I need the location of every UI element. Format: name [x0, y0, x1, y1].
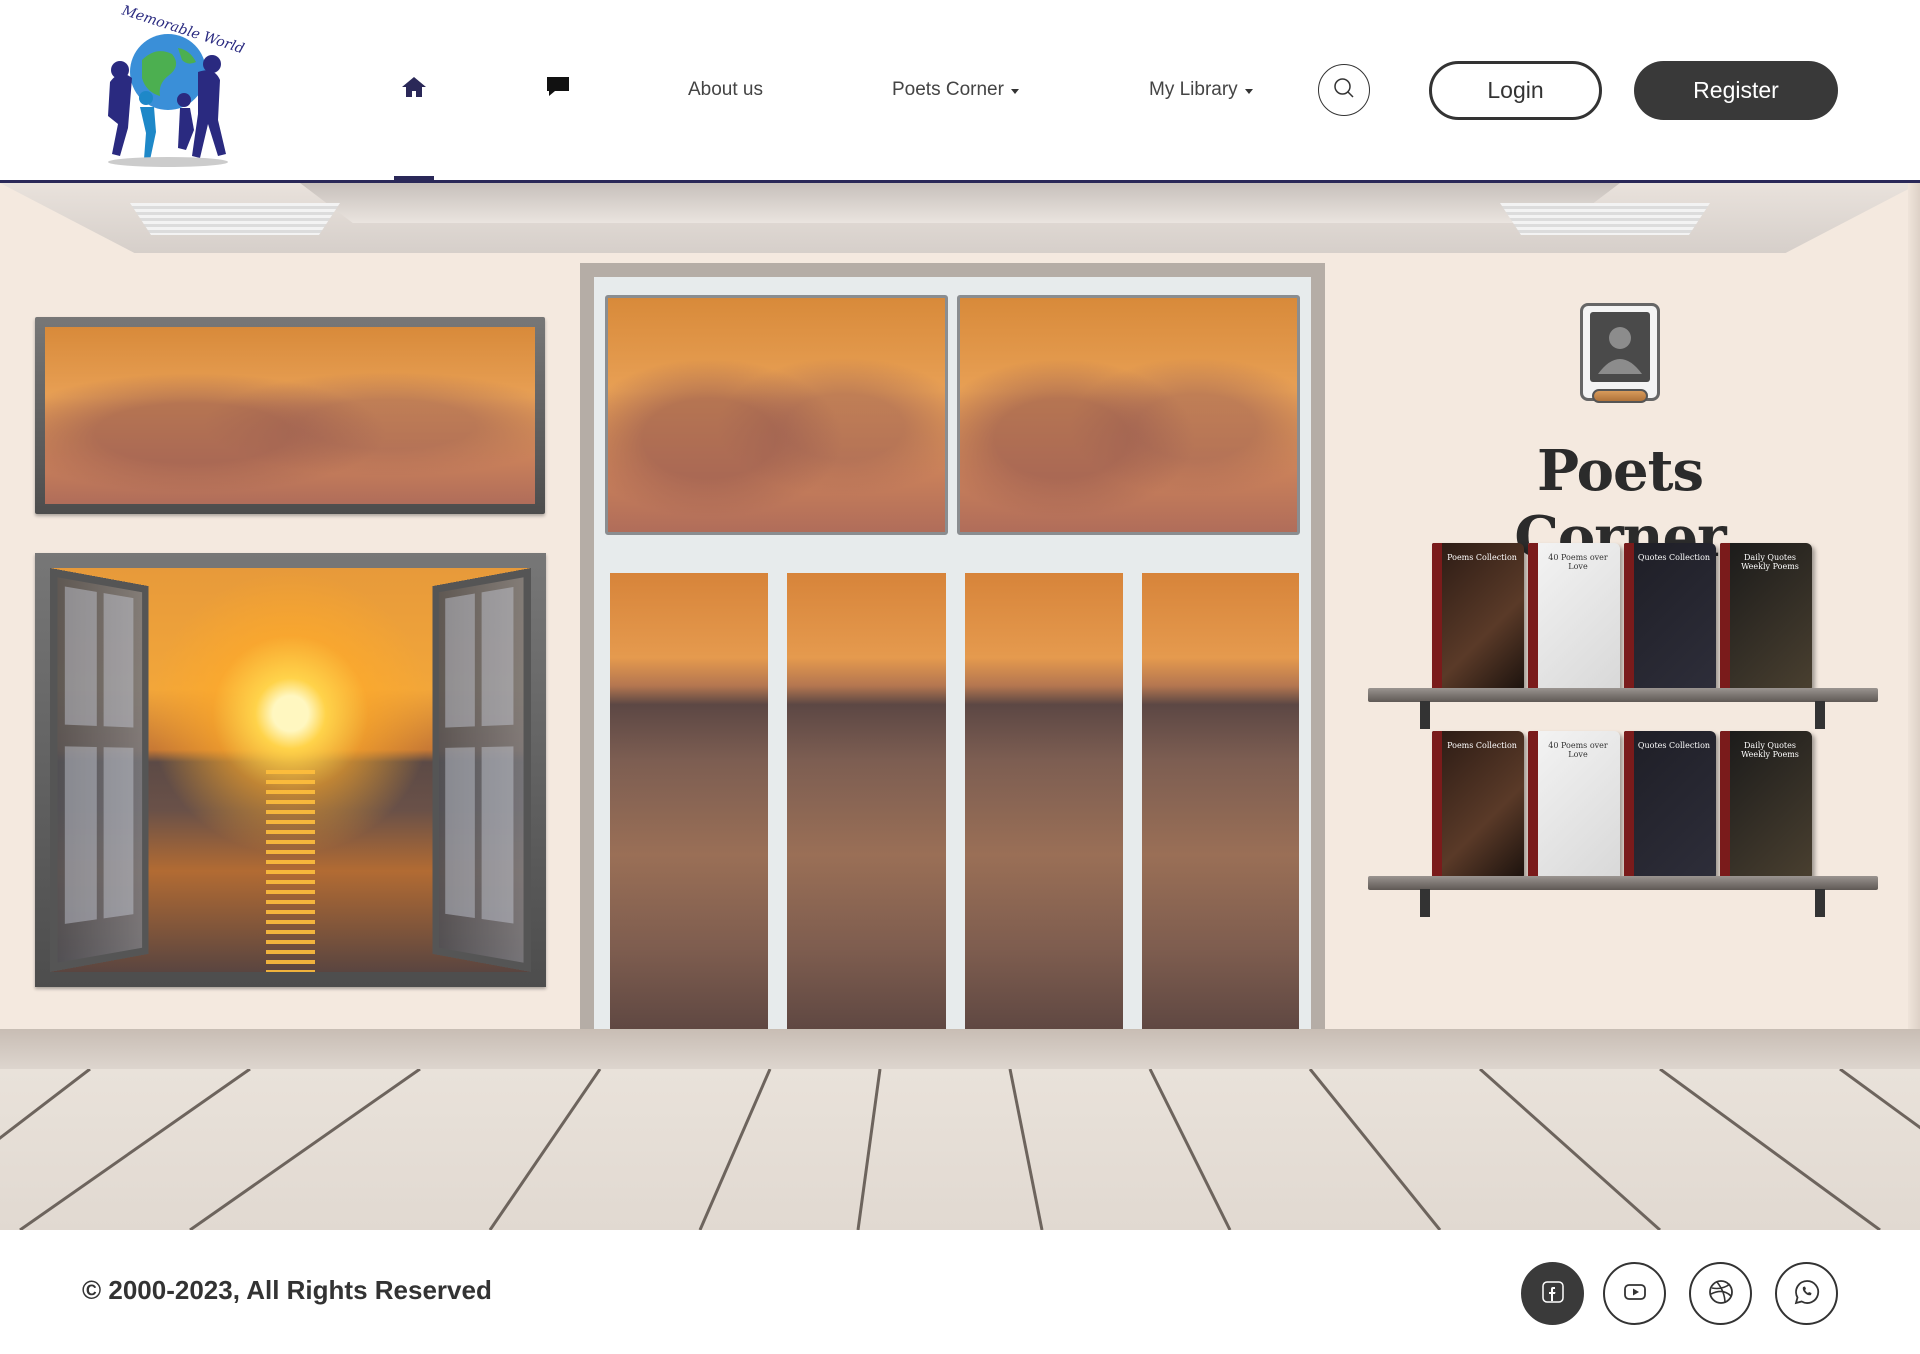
center-window-frame — [594, 277, 1311, 1065]
book-spine — [1624, 543, 1634, 693]
center-window[interactable] — [580, 263, 1325, 1079]
home-icon — [400, 75, 428, 105]
lower-pane-4 — [1142, 573, 1299, 1043]
upper-pane-left — [605, 295, 948, 535]
caret-down-icon — [1010, 88, 1019, 94]
whatsapp-icon — [1793, 1278, 1821, 1310]
poet-portrait[interactable] — [1580, 303, 1660, 401]
portrait-stand — [1592, 389, 1648, 403]
lower-pane-2 — [787, 573, 946, 1043]
shelf-bracket — [1420, 701, 1430, 729]
bookshelf-bottom — [1368, 876, 1878, 890]
copyright-text: © 2000-2023, All Rights Reserved — [82, 1275, 492, 1305]
book-title: Poems Collection — [1447, 741, 1517, 750]
book-40-poems[interactable]: 40 Poems over Love — [1528, 731, 1620, 881]
book-title: Quotes Collection — [1637, 741, 1711, 750]
wooden-floor — [0, 1069, 1920, 1230]
nav-active-indicator — [394, 176, 434, 182]
dribbble-icon — [1707, 1278, 1735, 1310]
book-spine — [1432, 543, 1442, 693]
youtube-button[interactable] — [1603, 1262, 1666, 1325]
search-icon — [1333, 77, 1355, 103]
ceiling-vent-left — [130, 203, 340, 235]
sky-view — [45, 327, 535, 504]
floor-planks — [0, 1069, 1920, 1230]
sunset-view — [50, 568, 531, 972]
nav-about-us[interactable]: About us — [688, 0, 763, 180]
shelf-bracket — [1815, 889, 1825, 917]
logo[interactable]: Memorable World — [80, 3, 246, 172]
facebook-button[interactable] — [1521, 1262, 1584, 1325]
book-spine — [1624, 731, 1634, 881]
book-title: Quotes Collection — [1637, 553, 1711, 562]
nav-home[interactable] — [400, 0, 428, 180]
register-button[interactable]: Register — [1634, 61, 1838, 120]
ceiling-vent-right — [1500, 203, 1710, 235]
book-spine — [1528, 731, 1538, 881]
youtube-icon — [1622, 1279, 1648, 1309]
chat-icon — [545, 75, 571, 105]
bookshelf-top — [1368, 688, 1878, 702]
ceiling-recess — [300, 183, 1620, 223]
shelf-bracket — [1420, 889, 1430, 917]
nav-poets-corner[interactable]: Poets Corner — [892, 0, 1019, 180]
book-title: 40 Poems over Love — [1548, 553, 1608, 571]
baseboard — [0, 1029, 1920, 1069]
login-button[interactable]: Login — [1429, 61, 1602, 120]
book-quotes-collection[interactable]: Quotes Collection — [1624, 543, 1716, 693]
book-spine — [1432, 731, 1442, 881]
wall-edge — [1908, 183, 1920, 1033]
nav-about-us-label: About us — [688, 79, 763, 100]
open-window[interactable] — [35, 553, 546, 987]
book-poems-collection[interactable]: Poems Collection — [1432, 731, 1524, 881]
book-title: Daily Quotes Weekly Poems — [1741, 553, 1799, 571]
book-title: Poems Collection — [1447, 553, 1517, 562]
nav-messages[interactable] — [545, 0, 571, 180]
sky-window[interactable] — [35, 317, 545, 514]
site-footer: © 2000-2023, All Rights Reserved — [0, 1230, 1920, 1354]
book-daily-quotes[interactable]: Daily Quotes Weekly Poems — [1720, 731, 1812, 881]
book-spine — [1720, 731, 1730, 881]
window-shutter-left[interactable] — [50, 568, 149, 972]
shelf-bracket — [1815, 701, 1825, 729]
caret-down-icon — [1244, 88, 1253, 94]
room-scene: Poets Corner Poems Collection 40 Poems o… — [0, 183, 1920, 1230]
upper-pane-right — [957, 295, 1300, 535]
book-title: Daily Quotes Weekly Poems — [1741, 741, 1799, 759]
book-40-poems[interactable]: 40 Poems over Love — [1528, 543, 1620, 693]
nav-my-library[interactable]: My Library — [1149, 0, 1253, 180]
book-quotes-collection[interactable]: Quotes Collection — [1624, 731, 1716, 881]
nav-poets-corner-label: Poets Corner — [892, 79, 1004, 100]
book-spine — [1720, 543, 1730, 693]
avatar — [1590, 312, 1650, 382]
dribbble-button[interactable] — [1689, 1262, 1752, 1325]
nav-my-library-label: My Library — [1149, 79, 1238, 100]
book-title: 40 Poems over Love — [1548, 741, 1608, 759]
book-daily-quotes[interactable]: Daily Quotes Weekly Poems — [1720, 543, 1812, 693]
site-header: Memorable World About us Poets Corner My… — [0, 0, 1920, 183]
book-spine — [1528, 543, 1538, 693]
lower-pane-1 — [610, 573, 768, 1043]
sun-reflection — [266, 770, 315, 972]
lower-pane-3 — [965, 573, 1123, 1043]
window-shutter-right[interactable] — [432, 568, 531, 972]
whatsapp-button[interactable] — [1775, 1262, 1838, 1325]
book-poems-collection[interactable]: Poems Collection — [1432, 543, 1524, 693]
search-button[interactable] — [1318, 64, 1370, 116]
facebook-icon — [1540, 1279, 1566, 1309]
